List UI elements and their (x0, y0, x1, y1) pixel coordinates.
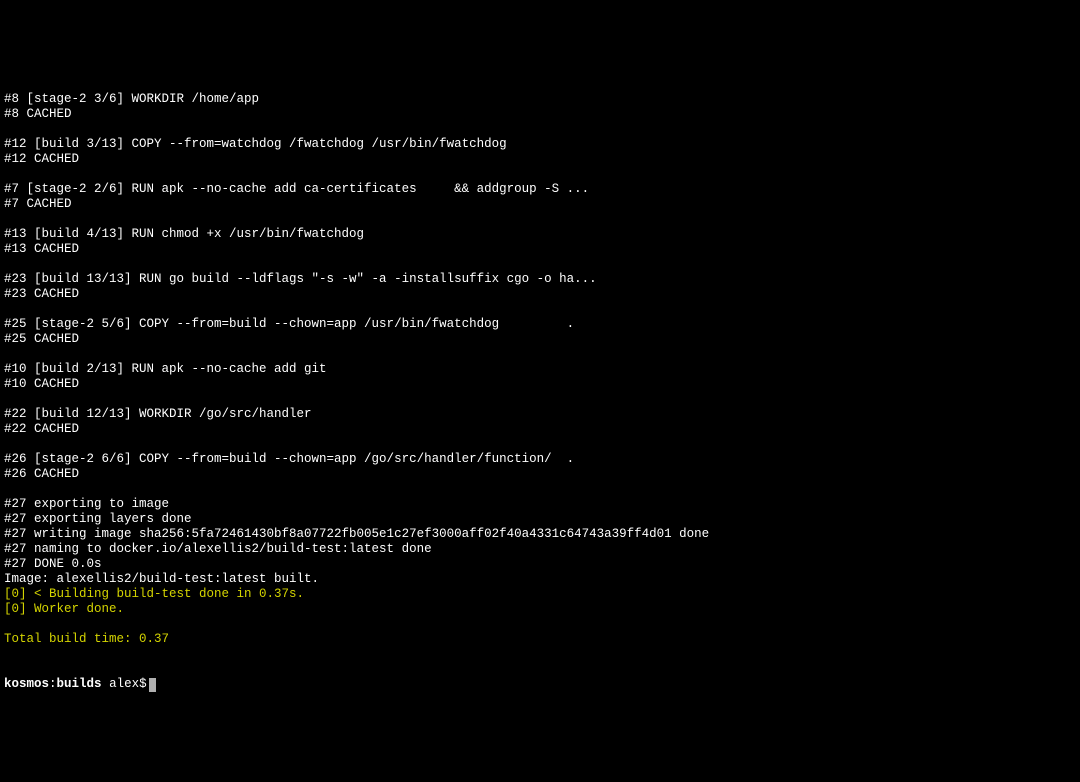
terminal-line: #26 CACHED (4, 467, 1076, 482)
terminal-line: #25 [stage-2 5/6] COPY --from=build --ch… (4, 317, 1076, 332)
terminal-line (4, 617, 1076, 632)
terminal-line: #10 CACHED (4, 377, 1076, 392)
terminal-line (4, 302, 1076, 317)
terminal-line: #7 [stage-2 2/6] RUN apk --no-cache add … (4, 182, 1076, 197)
terminal-line: #27 exporting to image (4, 497, 1076, 512)
terminal-line: #26 [stage-2 6/6] COPY --from=build --ch… (4, 452, 1076, 467)
terminal-line: #7 CACHED (4, 197, 1076, 212)
terminal-line: #27 writing image sha256:5fa72461430bf8a… (4, 527, 1076, 542)
prompt-host: kosmos (4, 677, 49, 692)
terminal-line: #25 CACHED (4, 332, 1076, 347)
terminal-line: #23 [build 13/13] RUN go build --ldflags… (4, 272, 1076, 287)
terminal-line: #22 [build 12/13] WORKDIR /go/src/handle… (4, 407, 1076, 422)
terminal-line: #13 [build 4/13] RUN chmod +x /usr/bin/f… (4, 227, 1076, 242)
terminal-line: #22 CACHED (4, 422, 1076, 437)
prompt-symbol: $ (139, 677, 147, 692)
terminal-line: #12 [build 3/13] COPY --from=watchdog /f… (4, 137, 1076, 152)
terminal-lines: #8 [stage-2 3/6] WORKDIR /home/app#8 CAC… (4, 92, 1076, 647)
terminal-line: #27 exporting layers done (4, 512, 1076, 527)
terminal-line: #23 CACHED (4, 287, 1076, 302)
terminal-output[interactable]: #8 [stage-2 3/6] WORKDIR /home/app#8 CAC… (4, 62, 1076, 707)
terminal-line: #10 [build 2/13] RUN apk --no-cache add … (4, 362, 1076, 377)
terminal-line: #12 CACHED (4, 152, 1076, 167)
prompt-sep2 (102, 677, 110, 692)
terminal-line: #27 DONE 0.0s (4, 557, 1076, 572)
terminal-line (4, 347, 1076, 362)
terminal-line (4, 122, 1076, 137)
terminal-line (4, 167, 1076, 182)
terminal-line: [0] < Building build-test done in 0.37s. (4, 587, 1076, 602)
terminal-line: [0] Worker done. (4, 602, 1076, 617)
terminal-line (4, 437, 1076, 452)
terminal-cursor (149, 678, 156, 692)
terminal-line (4, 482, 1076, 497)
terminal-line: #8 CACHED (4, 107, 1076, 122)
terminal-line: #27 naming to docker.io/alexellis2/build… (4, 542, 1076, 557)
terminal-line (4, 392, 1076, 407)
terminal-line (4, 257, 1076, 272)
terminal-line: #13 CACHED (4, 242, 1076, 257)
prompt-user: alex (109, 677, 139, 692)
prompt-dir: builds (57, 677, 102, 692)
prompt-sep1: : (49, 677, 57, 692)
terminal-line (4, 212, 1076, 227)
terminal-prompt[interactable]: kosmos:builds alex$ (4, 677, 1076, 692)
terminal-line: #8 [stage-2 3/6] WORKDIR /home/app (4, 92, 1076, 107)
terminal-line: Total build time: 0.37 (4, 632, 1076, 647)
